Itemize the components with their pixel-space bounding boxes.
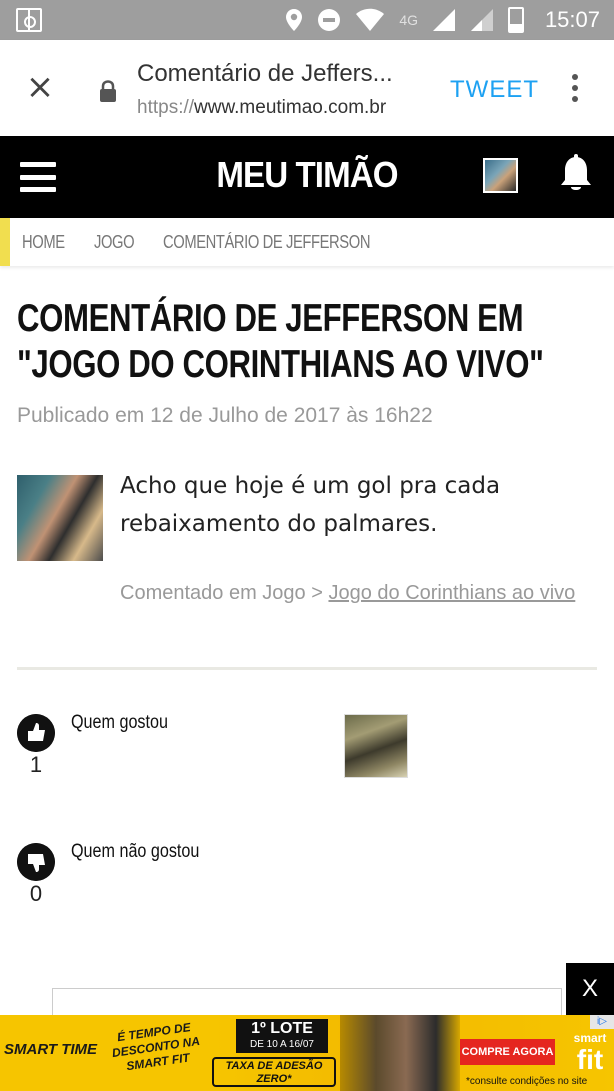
comment-meta-prefix: Comentado em Jogo > [120,582,329,604]
site-logo[interactable]: MEU TIMÃO [209,154,406,196]
ad-lot-box: 1º LOTE DE 10 A 16/07 [236,1019,328,1053]
dislikes-label: Quem não gostou [71,841,200,862]
ad-photo [340,1015,460,1091]
divider [17,667,597,670]
likes-count: 1 [29,752,43,777]
battery-icon: 32 [508,7,524,33]
status-bar: 4G 32 15:07 [0,0,614,40]
ad-info-icon[interactable]: i▷ [590,1015,614,1029]
network-type-label: 4G [399,12,418,28]
ad-smartfit-logo: smart fit [568,1031,612,1075]
more-options-icon[interactable] [566,70,584,106]
ad-tax-badge: TAXA DE ADESÃO ZERO* [212,1057,336,1087]
ad-logo-top: smart [573,1031,607,1045]
game-link[interactable]: Jogo do Corinthians ao vivo [328,582,575,604]
ad-banner[interactable]: SMART TIME É TEMPO DE DESCONTO NA SMART … [0,1015,614,1091]
url-protocol: https:// [137,97,195,118]
page: 4G 32 15:07 × Comentário de Jeffers... h… [0,0,614,1091]
url-display[interactable]: https://www.meutimao.com.br [137,97,386,119]
ad-brand: SMART TIME [4,1041,98,1058]
thumbs-down-icon[interactable] [17,843,55,881]
url-host: www.meutimao.com.br [194,97,387,118]
publish-date: Publicado em 12 de Julho de 2017 às 16h2… [17,404,433,427]
breadcrumb-home[interactable]: HOME [22,232,65,253]
page-title: Comentário de Jeffers... [137,60,393,87]
comment-meta: Comentado em Jogo > Jogo do Corinthians … [120,582,575,605]
commenter-avatar[interactable] [17,475,103,561]
signal-icon [471,9,493,31]
breadcrumb-current[interactable]: COMENTÁRIO DE JEFFERSON [163,232,370,253]
lock-icon [100,80,116,102]
breadcrumb-jogo[interactable]: JOGO [94,232,135,253]
signal-icon [433,9,455,31]
clock: 15:07 [544,7,600,32]
notification-bell-icon[interactable] [558,154,594,194]
ad-disclaimer: *consulte condições no site [466,1076,588,1087]
article-title: COMENTÁRIO DE JEFFERSON EM "JOGO DO CORI… [17,297,544,386]
dislikes-count: 0 [29,881,43,906]
close-tab-button[interactable]: × [22,70,58,106]
breadcrumb: HOME JOGO COMENTÁRIO DE JEFFERSON [0,218,614,266]
likes-label: Quem gostou [71,712,168,733]
ad-promo-text: É TEMPO DE DESCONTO NA SMART FIT [111,1020,201,1074]
status-icons: 4G 32 [285,6,524,34]
ad-lot-title: 1º LOTE [251,1020,313,1037]
wifi-icon [356,8,385,31]
tweet-button[interactable]: TWEET [450,76,539,104]
browser-toolbar: × Comentário de Jeffers... https://www.m… [0,40,614,136]
ad-lot-dates: DE 10 A 16/07 [250,1039,314,1050]
ad-cta-button[interactable]: COMPRE AGORA [460,1039,555,1065]
user-avatar[interactable] [483,158,518,193]
do-not-disturb-icon [318,9,341,31]
menu-icon[interactable] [20,162,56,192]
liker-avatar[interactable] [344,714,408,778]
comment-text: Acho que hoje é um gol pra cada rebaixam… [120,473,501,537]
location-icon [286,9,303,31]
thumbs-up-icon[interactable] [17,714,55,752]
ad-close-button[interactable]: X [566,963,614,1015]
ad-logo-bottom: fit [576,1044,604,1075]
soccer-field-icon [16,8,42,32]
site-header: MEU TIMÃO [0,136,614,218]
battery-level: 32 [510,15,521,25]
